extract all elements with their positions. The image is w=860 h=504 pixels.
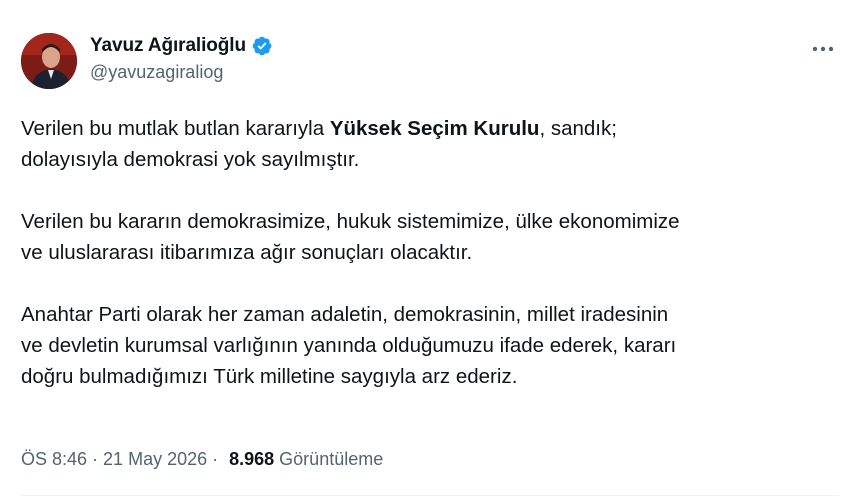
tweet-line: dolayısıyla demokrasi yok sayılmıştır.	[21, 148, 360, 171]
author-display-name[interactable]: Yavuz Ağıralioğlu	[90, 35, 246, 57]
tweet-line: Verilen bu kararın demokrasimize, hukuk …	[21, 210, 680, 233]
author-block: Yavuz Ağıralioğlu @yavuzagiraliog	[90, 34, 273, 83]
verified-badge-icon[interactable]	[251, 35, 273, 57]
divider	[21, 495, 839, 496]
author-name-row: Yavuz Ağıralioğlu	[90, 34, 273, 58]
view-count-label[interactable]: Görüntüleme	[279, 449, 383, 470]
tweet-paragraph-1: Verilen bu mutlak butlan kararıyla Yükse…	[21, 113, 841, 175]
tweet-line: Anahtar Parti olarak her zaman adaletin,…	[21, 303, 669, 326]
tweet-date[interactable]: 21 May 2026	[103, 449, 207, 470]
tweet-line: doğru bulmadığımızı Türk milletine saygı…	[21, 365, 518, 388]
tweet-card: Yavuz Ağıralioğlu @yavuzagiraliog Verile…	[0, 0, 860, 504]
meta-separator: ·	[212, 449, 219, 469]
avatar[interactable]	[21, 33, 77, 89]
tweet-line: Verilen bu mutlak butlan kararıyla Yükse…	[21, 113, 841, 144]
meta-separator: ·	[92, 449, 99, 469]
tweet-line: ve uluslararası itibarımıza ağır sonuçla…	[21, 241, 473, 264]
tweet-text-span: Verilen bu mutlak butlan kararıyla	[21, 117, 330, 140]
tweet-text-bold: Yüksek Seçim Kurulu	[329, 117, 540, 140]
avatar-image	[21, 33, 77, 89]
tweet-timestamp[interactable]: ÖS 8:46	[21, 449, 87, 470]
tweet-paragraph-2: Verilen bu kararın demokrasimize, hukuk …	[21, 206, 841, 268]
tweet-text-span: , sandık;	[539, 117, 617, 140]
tweet-line: ve devletin kurumsal varlığının yanında …	[21, 334, 677, 357]
tweet-paragraph-3: Anahtar Parti olarak her zaman adaletin,…	[21, 299, 841, 392]
view-count[interactable]: 8.968	[229, 449, 274, 470]
more-horizontal-icon[interactable]	[808, 38, 838, 60]
tweet-text: Verilen bu mutlak butlan kararıyla Yükse…	[21, 113, 841, 392]
tweet-meta: ÖS 8:46 · 21 May 2026 · 8.968 Görüntülem…	[21, 449, 383, 470]
author-handle[interactable]: @yavuzagiraliog	[90, 62, 273, 83]
